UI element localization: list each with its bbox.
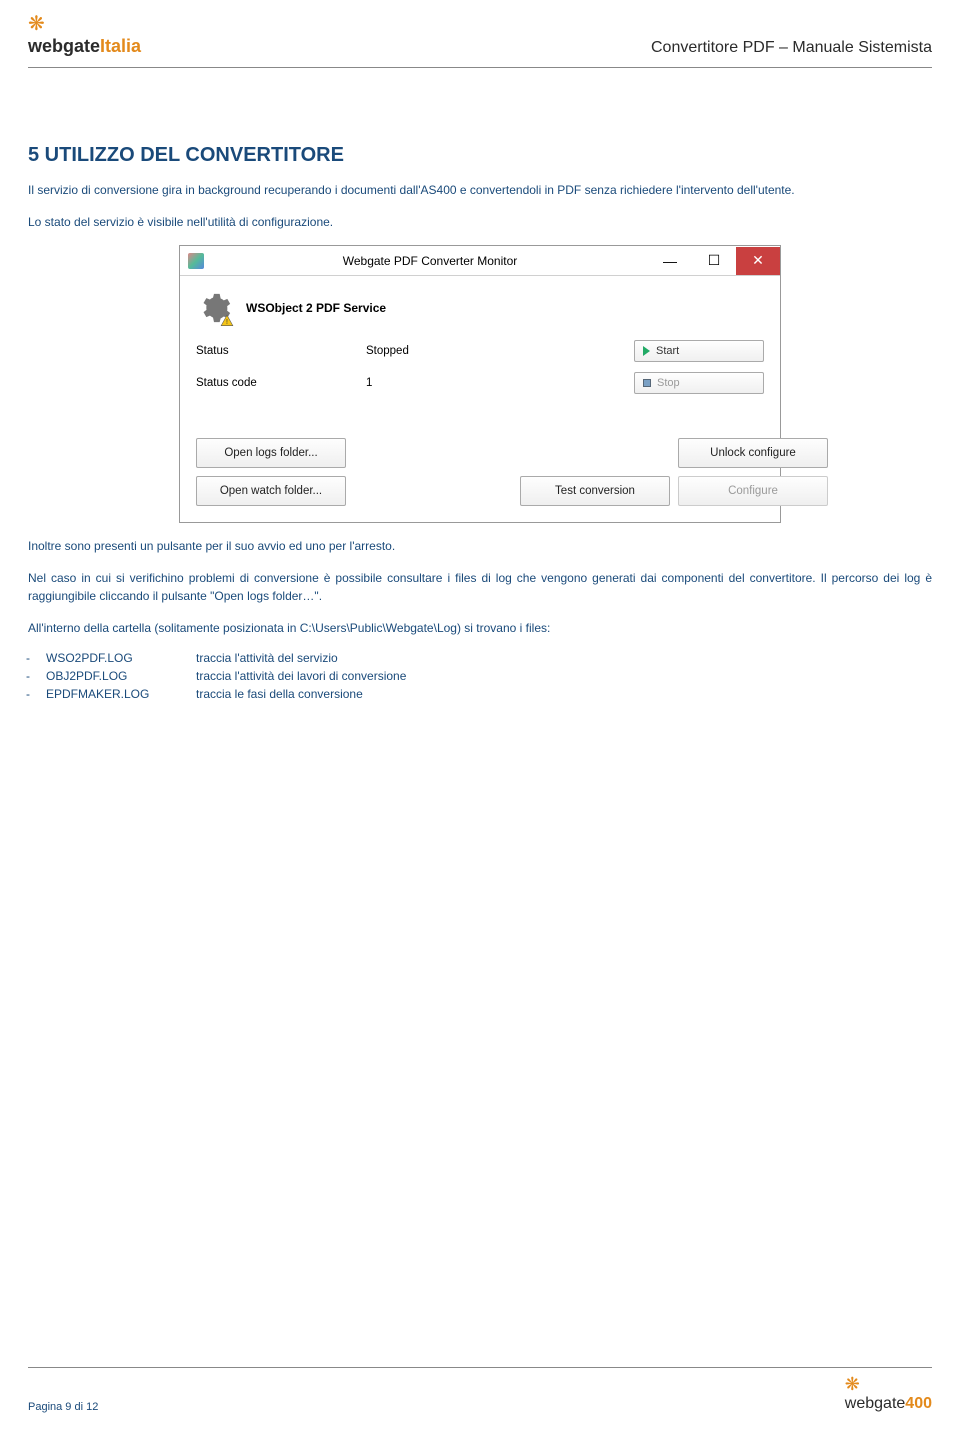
paragraph-3: Inoltre sono presenti un pulsante per il… (28, 537, 932, 555)
close-button[interactable]: ✕ (736, 247, 780, 275)
footer-divider (28, 1367, 932, 1368)
start-label: Start (656, 345, 679, 357)
paragraph-4: Nel caso in cui si verifichino problemi … (28, 569, 932, 605)
test-conversion-button[interactable]: Test conversion (520, 476, 670, 506)
titlebar: Webgate PDF Converter Monitor — ☐ ✕ (180, 246, 780, 276)
open-logs-button[interactable]: Open logs folder... (196, 438, 346, 468)
list-item: OBJ2PDF.LOG traccia l'attività dei lavor… (46, 669, 932, 683)
app-window: Webgate PDF Converter Monitor — ☐ ✕ ! WS… (179, 245, 781, 523)
logo-text-a: webgate (28, 36, 100, 56)
window-controls: — ☐ ✕ (648, 247, 780, 275)
configure-button[interactable]: Configure (678, 476, 828, 506)
status-code-value: 1 (366, 377, 586, 389)
file-desc: traccia le fasi della conversione (196, 687, 363, 701)
document-title: Convertitore PDF – Manuale Sistemista (651, 39, 932, 57)
status-code-label: Status code (196, 377, 366, 389)
open-watch-button[interactable]: Open watch folder... (196, 476, 346, 506)
file-name: EPDFMAKER.LOG (46, 687, 196, 701)
paragraph-2: Lo stato del servizio è visibile nell'ut… (28, 213, 932, 231)
page-number: Pagina 9 di 12 (28, 1401, 98, 1413)
log-file-list: WSO2PDF.LOG traccia l'attività del servi… (46, 651, 932, 701)
footer-logo-b: 400 (905, 1395, 932, 1412)
warning-icon: ! (220, 314, 234, 328)
footer-logo-mark-icon: ❋ (845, 1374, 860, 1394)
unlock-configure-button[interactable]: Unlock configure (678, 438, 828, 468)
file-desc: traccia l'attività dei lavori di convers… (196, 669, 406, 683)
list-item: WSO2PDF.LOG traccia l'attività del servi… (46, 651, 932, 665)
logo-mark-icon: ❋ (28, 14, 141, 34)
list-item: EPDFMAKER.LOG traccia le fasi della conv… (46, 687, 932, 701)
play-icon (643, 346, 650, 356)
footer-logo: ❋ webgate400 (845, 1374, 932, 1413)
page-header: ❋ webgateItalia Convertitore PDF – Manua… (0, 0, 960, 63)
file-name: OBJ2PDF.LOG (46, 669, 196, 683)
window-title: Webgate PDF Converter Monitor (212, 254, 648, 268)
svg-text:!: ! (226, 319, 228, 326)
logo-text-b: Italia (100, 36, 141, 56)
minimize-button[interactable]: — (648, 247, 692, 275)
stop-button[interactable]: Stop (634, 372, 764, 394)
status-label: Status (196, 345, 366, 357)
section-heading: 5 UTILIZZO DEL CONVERTITORE (28, 144, 932, 167)
stop-label: Stop (657, 377, 680, 389)
file-desc: traccia l'attività del servizio (196, 651, 338, 665)
stop-icon (643, 379, 651, 387)
file-name: WSO2PDF.LOG (46, 651, 196, 665)
page-footer: Pagina 9 di 12 ❋ webgate400 (0, 1367, 960, 1413)
footer-logo-a: webgate (845, 1395, 906, 1412)
status-value: Stopped (366, 345, 586, 357)
service-header: ! WSObject 2 PDF Service (196, 290, 764, 326)
gear-icon: ! (196, 290, 232, 326)
start-button[interactable]: Start (634, 340, 764, 362)
paragraph-1: Il servizio di conversione gira in backg… (28, 181, 932, 199)
service-name: WSObject 2 PDF Service (246, 301, 386, 315)
app-icon (188, 253, 204, 269)
header-logo: ❋ webgateItalia (28, 14, 141, 57)
maximize-button[interactable]: ☐ (692, 247, 736, 275)
paragraph-5: All'interno della cartella (solitamente … (28, 619, 932, 637)
